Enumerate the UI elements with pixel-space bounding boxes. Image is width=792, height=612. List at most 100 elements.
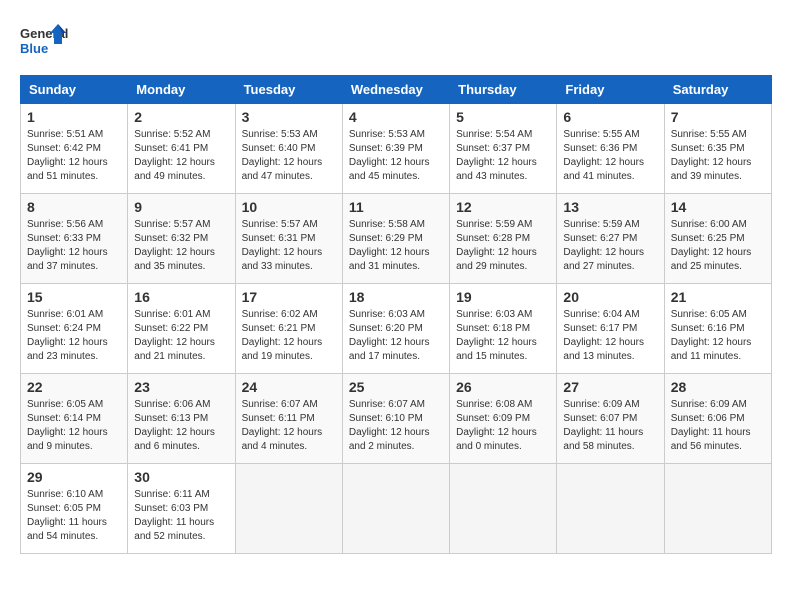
calendar-day: 10 Sunrise: 5:57 AMSunset: 6:31 PMDayligh… [235,194,342,284]
day-number: 16 [134,289,228,305]
day-info: Sunrise: 6:06 AMSunset: 6:13 PMDaylight:… [134,398,228,454]
day-number: 7 [671,109,765,125]
day-info: Sunrise: 5:57 AMSunset: 6:31 PMDaylight:… [242,218,336,274]
calendar-day [664,464,771,554]
calendar-day: 14 Sunrise: 6:00 AMSunset: 6:25 PMDayligh… [664,194,771,284]
day-info: Sunrise: 6:05 AMSunset: 6:14 PMDaylight:… [27,398,121,454]
calendar-day [557,464,664,554]
day-number: 20 [563,289,657,305]
day-number: 2 [134,109,228,125]
calendar-day: 20Sunrise: 6:04 AMSunset: 6:17 PMDayligh… [557,284,664,374]
calendar-day: 6Sunrise: 5:55 AMSunset: 6:36 PMDaylight… [557,104,664,194]
weekday-header-thursday: Thursday [450,76,557,104]
day-number: 24 [242,379,336,395]
day-info: Sunrise: 5:59 AMSunset: 6:28 PMDaylight:… [456,218,550,274]
day-info: Sunrise: 6:05 AMSunset: 6:16 PMDaylight:… [671,308,765,364]
calendar-day: 7 Sunrise: 5:55 AMSunset: 6:35 PMDaylight… [664,104,771,194]
day-info: Sunrise: 5:58 AMSunset: 6:29 PMDaylight:… [349,218,443,274]
calendar-day: 12 Sunrise: 5:59 AMSunset: 6:28 PMDayligh… [450,194,557,284]
calendar-day [450,464,557,554]
day-number: 12 [456,199,550,215]
day-number: 22 [27,379,121,395]
svg-text:Blue: Blue [20,41,48,56]
weekday-header-sunday: Sunday [21,76,128,104]
day-info: Sunrise: 6:09 AMSunset: 6:06 PMDaylight:… [671,398,765,454]
day-number: 15 [27,289,121,305]
day-number: 9 [134,199,228,215]
calendar-day: 27Sunrise: 6:09 AMSunset: 6:07 PMDayligh… [557,374,664,464]
day-number: 10 [242,199,336,215]
day-number: 13 [563,199,657,215]
day-info: Sunrise: 6:07 AMSunset: 6:10 PMDaylight:… [349,398,443,454]
day-number: 17 [242,289,336,305]
calendar-day: 4 Sunrise: 5:53 AMSunset: 6:39 PMDaylight… [342,104,449,194]
day-info: Sunrise: 6:03 AMSunset: 6:20 PMDaylight:… [349,308,443,364]
day-info: Sunrise: 5:56 AMSunset: 6:33 PMDaylight:… [27,218,121,274]
logo: General Blue [20,20,70,65]
calendar-day: 9 Sunrise: 5:57 AMSunset: 6:32 PMDaylight… [128,194,235,284]
day-number: 18 [349,289,443,305]
calendar-day [235,464,342,554]
day-number: 3 [242,109,336,125]
calendar-day: 29 Sunrise: 6:10 AMSunset: 6:05 PMDayligh… [21,464,128,554]
calendar-day: 25 Sunrise: 6:07 AMSunset: 6:10 PMDayligh… [342,374,449,464]
calendar-day: 13 Sunrise: 5:59 AMSunset: 6:27 PMDayligh… [557,194,664,284]
weekday-header-wednesday: Wednesday [342,76,449,104]
weekday-header-monday: Monday [128,76,235,104]
calendar-day: 1Sunrise: 5:51 AMSunset: 6:42 PMDaylight… [21,104,128,194]
calendar-week-3: 15 Sunrise: 6:01 AMSunset: 6:24 PMDayligh… [21,284,772,374]
calendar-day: 18 Sunrise: 6:03 AMSunset: 6:20 PMDayligh… [342,284,449,374]
day-info: Sunrise: 6:10 AMSunset: 6:05 PMDaylight:… [27,488,121,544]
day-number: 8 [27,199,121,215]
calendar-day: 28 Sunrise: 6:09 AMSunset: 6:06 PMDayligh… [664,374,771,464]
day-info: Sunrise: 6:11 AMSunset: 6:03 PMDaylight:… [134,488,228,544]
day-number: 19 [456,289,550,305]
calendar-day: 30Sunrise: 6:11 AMSunset: 6:03 PMDayligh… [128,464,235,554]
calendar-week-4: 22 Sunrise: 6:05 AMSunset: 6:14 PMDayligh… [21,374,772,464]
calendar-day: 11 Sunrise: 5:58 AMSunset: 6:29 PMDayligh… [342,194,449,284]
calendar-day: 16 Sunrise: 6:01 AMSunset: 6:22 PMDayligh… [128,284,235,374]
day-info: Sunrise: 6:02 AMSunset: 6:21 PMDaylight:… [242,308,336,364]
day-number: 14 [671,199,765,215]
logo-svg: General Blue [20,20,70,65]
day-number: 23 [134,379,228,395]
day-info: Sunrise: 6:09 AMSunset: 6:07 PMDaylight:… [563,398,657,454]
day-number: 29 [27,469,121,485]
calendar-day: 15 Sunrise: 6:01 AMSunset: 6:24 PMDayligh… [21,284,128,374]
day-info: Sunrise: 6:01 AMSunset: 6:22 PMDaylight:… [134,308,228,364]
weekday-header-friday: Friday [557,76,664,104]
day-info: Sunrise: 6:07 AMSunset: 6:11 PMDaylight:… [242,398,336,454]
day-number: 11 [349,199,443,215]
day-info: Sunrise: 5:55 AMSunset: 6:36 PMDaylight:… [563,128,657,184]
day-info: Sunrise: 5:57 AMSunset: 6:32 PMDaylight:… [134,218,228,274]
day-number: 4 [349,109,443,125]
day-number: 28 [671,379,765,395]
calendar-day: 19Sunrise: 6:03 AMSunset: 6:18 PMDayligh… [450,284,557,374]
day-info: Sunrise: 6:01 AMSunset: 6:24 PMDaylight:… [27,308,121,364]
calendar-day: 23 Sunrise: 6:06 AMSunset: 6:13 PMDayligh… [128,374,235,464]
day-info: Sunrise: 6:00 AMSunset: 6:25 PMDaylight:… [671,218,765,274]
calendar-day: 17 Sunrise: 6:02 AMSunset: 6:21 PMDayligh… [235,284,342,374]
calendar-week-5: 29 Sunrise: 6:10 AMSunset: 6:05 PMDayligh… [21,464,772,554]
calendar-day: 22 Sunrise: 6:05 AMSunset: 6:14 PMDayligh… [21,374,128,464]
day-number: 1 [27,109,121,125]
day-number: 26 [456,379,550,395]
day-info: Sunrise: 5:59 AMSunset: 6:27 PMDaylight:… [563,218,657,274]
day-info: Sunrise: 5:54 AMSunset: 6:37 PMDaylight:… [456,128,550,184]
calendar-table: SundayMondayTuesdayWednesdayThursdayFrid… [20,75,772,554]
calendar-day: 21Sunrise: 6:05 AMSunset: 6:16 PMDayligh… [664,284,771,374]
day-info: Sunrise: 5:53 AMSunset: 6:39 PMDaylight:… [349,128,443,184]
calendar-day: 3 Sunrise: 5:53 AMSunset: 6:40 PMDaylight… [235,104,342,194]
calendar-week-1: 1Sunrise: 5:51 AMSunset: 6:42 PMDaylight… [21,104,772,194]
calendar-day: 26 Sunrise: 6:08 AMSunset: 6:09 PMDayligh… [450,374,557,464]
calendar-week-2: 8 Sunrise: 5:56 AMSunset: 6:33 PMDaylight… [21,194,772,284]
day-number: 5 [456,109,550,125]
weekday-header-tuesday: Tuesday [235,76,342,104]
day-info: Sunrise: 5:53 AMSunset: 6:40 PMDaylight:… [242,128,336,184]
day-info: Sunrise: 5:52 AMSunset: 6:41 PMDaylight:… [134,128,228,184]
weekday-header-saturday: Saturday [664,76,771,104]
day-info: Sunrise: 5:55 AMSunset: 6:35 PMDaylight:… [671,128,765,184]
day-number: 25 [349,379,443,395]
day-info: Sunrise: 6:08 AMSunset: 6:09 PMDaylight:… [456,398,550,454]
calendar-day: 24 Sunrise: 6:07 AMSunset: 6:11 PMDayligh… [235,374,342,464]
